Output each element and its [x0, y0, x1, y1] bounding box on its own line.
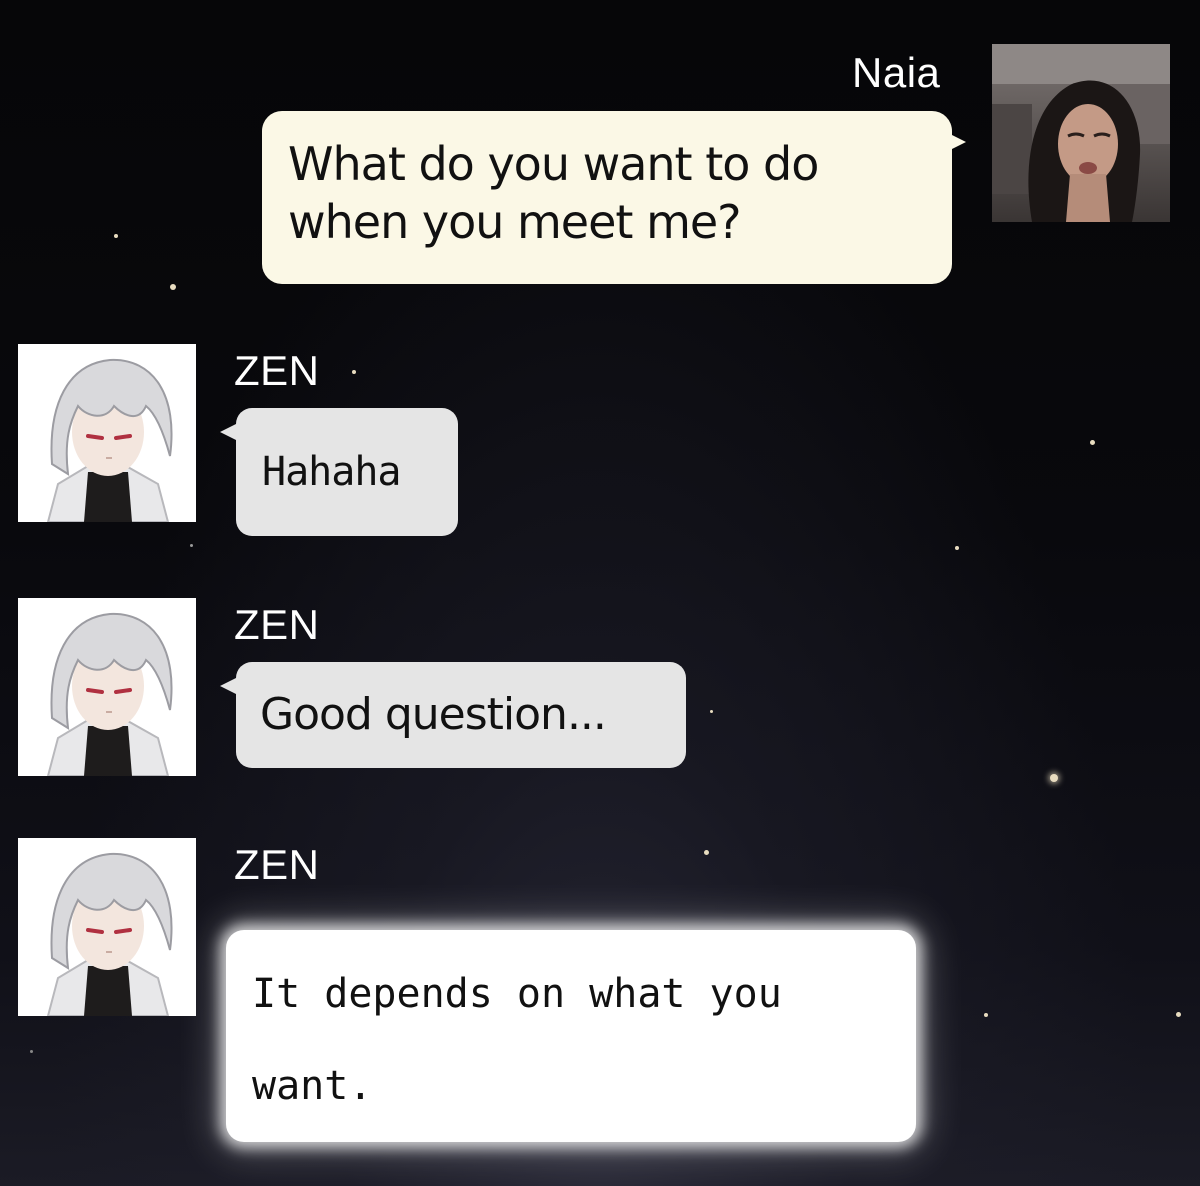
sender-name-naia: Naia [852, 49, 941, 96]
star [170, 284, 176, 290]
message-bubble-zen: Good question... [236, 662, 686, 768]
bubble-tail [220, 678, 236, 694]
message-text-line: What do you want to do [288, 137, 819, 191]
star [1050, 774, 1058, 782]
star [984, 1013, 988, 1017]
star [190, 544, 193, 547]
star [1090, 440, 1095, 445]
message-text-line: want. [252, 1063, 373, 1109]
message-text: Hahaha [262, 449, 401, 495]
message-bubble-naia: What do you want to do when you meet me? [262, 111, 952, 284]
bubble-tail [220, 424, 236, 440]
star [955, 546, 959, 550]
zen-portrait-icon [18, 344, 196, 522]
zen-avatar[interactable] [18, 344, 196, 522]
zen-portrait-icon [18, 838, 196, 1016]
star [1176, 1012, 1181, 1017]
star [710, 710, 713, 713]
sender-name-zen: ZEN [234, 841, 320, 888]
sender-name-zen: ZEN [234, 347, 320, 394]
message-bubble-zen: Hahaha [236, 408, 458, 536]
zen-avatar[interactable] [18, 838, 196, 1016]
star [352, 370, 356, 374]
star [30, 1050, 33, 1053]
user-photo-icon [992, 44, 1170, 222]
zen-portrait-icon [18, 598, 196, 776]
message-bubble-zen-highlight: It depends on what you want. [226, 930, 916, 1142]
star [114, 234, 118, 238]
sender-name-zen: ZEN [234, 601, 320, 648]
naia-avatar[interactable] [992, 44, 1170, 222]
message-text-line: when you meet me? [288, 195, 742, 249]
message-text-line: It depends on what you [252, 971, 782, 1017]
zen-avatar[interactable] [18, 598, 196, 776]
message-text: Good question... [260, 689, 607, 740]
bubble-tail [950, 134, 966, 150]
star [704, 850, 709, 855]
